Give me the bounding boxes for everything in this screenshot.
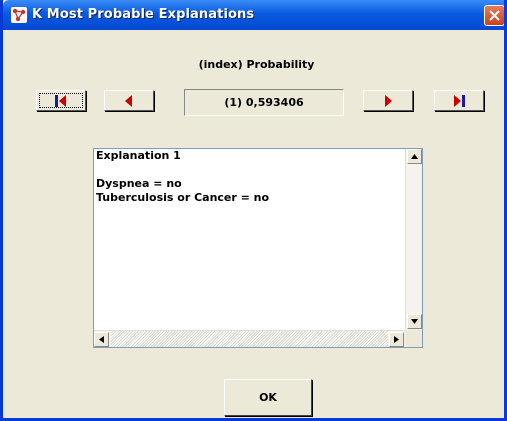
scroll-down-button[interactable] <box>407 314 422 329</box>
title-bar[interactable]: K Most Probable Explanations <box>3 0 504 30</box>
scroll-left-button[interactable] <box>94 332 109 347</box>
probability-header: (index) Probability <box>198 58 315 71</box>
probability-display: (1) 0,593406 <box>184 89 344 116</box>
first-button[interactable] <box>36 90 86 111</box>
explanation-line <box>94 163 405 177</box>
explanation-panel: Explanation 1 Dyspnea = no Tuberculosis … <box>93 148 423 348</box>
horizontal-scroll-thumb[interactable] <box>111 331 388 347</box>
next-button[interactable] <box>363 90 413 111</box>
window-title: K Most Probable Explanations <box>32 7 255 22</box>
vertical-scrollbar[interactable] <box>405 149 422 330</box>
close-button[interactable] <box>484 5 504 26</box>
horizontal-scrollbar[interactable] <box>94 330 405 347</box>
previous-button[interactable] <box>104 90 154 111</box>
explanation-line: Explanation 1 <box>96 149 181 162</box>
dialog-content: (index) Probability (1) 0,593406 Explana… <box>6 30 504 418</box>
dialog-window: K Most Probable Explanations (index) Pro… <box>0 0 507 421</box>
network-icon <box>11 7 27 23</box>
ok-button[interactable]: OK <box>224 379 312 416</box>
last-button[interactable] <box>434 90 484 111</box>
scroll-up-button[interactable] <box>407 149 422 164</box>
explanation-line: Tuberculosis or Cancer = no <box>96 191 270 204</box>
explanation-line: Dyspnea = no <box>96 177 182 190</box>
scroll-right-button[interactable] <box>389 332 404 347</box>
scrollbar-corner <box>405 330 422 347</box>
explanation-text-area[interactable]: Explanation 1 Dyspnea = no Tuberculosis … <box>94 149 405 330</box>
